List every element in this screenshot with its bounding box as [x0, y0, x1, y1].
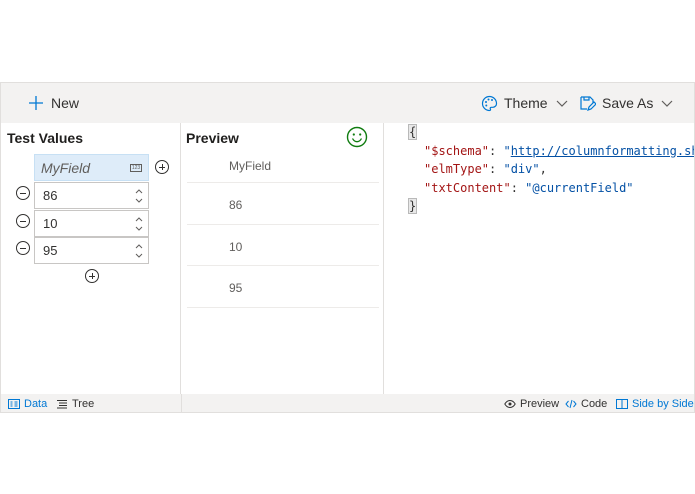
eye-icon [504, 399, 516, 409]
save-as-icon [578, 94, 596, 112]
tree-icon [56, 399, 68, 409]
save-as-button[interactable]: Save As [578, 83, 673, 123]
smiley-icon [346, 126, 368, 148]
chevron-down-icon [556, 97, 568, 109]
toolbar: New Theme Save As [1, 83, 694, 123]
spin-up-icon[interactable] [135, 242, 143, 250]
value-input[interactable]: 10 [34, 210, 149, 237]
close-brace: } [407, 198, 418, 214]
add-row-button[interactable] [85, 269, 99, 283]
tree-tab-label: Tree [72, 397, 95, 410]
spin-down-icon[interactable] [135, 252, 143, 260]
code-editor[interactable]: { "$schema": "http://columnformatting.sh… [384, 123, 694, 394]
spin-up-icon[interactable] [135, 215, 143, 223]
spinner [134, 214, 144, 234]
value-text: 10 [43, 216, 58, 231]
number-type-icon: 123 [130, 163, 142, 172]
code-content: { "$schema": "http://columnformatting.sh… [384, 123, 694, 253]
save-as-button-label: Save As [602, 95, 654, 111]
palette-icon [480, 94, 498, 112]
preview-title: Preview [186, 130, 239, 146]
side-by-side-button[interactable]: Side by Side [616, 394, 694, 412]
value-input[interactable]: 86 [34, 182, 149, 209]
test-values-title: Test Values [7, 130, 84, 146]
preview-view-label: Preview [520, 397, 560, 410]
code-icon [565, 399, 577, 409]
preview-cell: 95 [229, 281, 243, 295]
new-button[interactable]: New [27, 83, 79, 123]
preview-row: 86 [187, 183, 379, 225]
value-text: 95 [43, 243, 58, 258]
data-icon [8, 398, 20, 409]
field-name: MyField [41, 159, 91, 176]
preview-header: MyField [229, 159, 272, 173]
code-view-button[interactable]: Code [565, 394, 608, 412]
spin-down-icon[interactable] [135, 225, 143, 233]
spin-down-icon[interactable] [135, 197, 143, 205]
status-bar: Data Tree Preview Code Side by Side [1, 394, 694, 412]
preview-row: 10 [187, 225, 379, 266]
code-view-label: Code [581, 397, 608, 410]
data-tab-label: Data [24, 397, 48, 410]
code-line-schema: "$schema": "http://columnformatting.shar… [424, 142, 694, 161]
preview-row: 95 [187, 266, 379, 308]
preview-cell: 10 [229, 240, 243, 254]
remove-row-button[interactable] [16, 241, 30, 255]
open-brace: { [407, 124, 418, 140]
remove-row-button[interactable] [16, 214, 30, 228]
preview-cell: 86 [229, 198, 243, 212]
preview-header-row: MyField [187, 151, 379, 183]
spin-up-icon[interactable] [135, 187, 143, 195]
value-text: 86 [43, 188, 58, 203]
test-values-panel: Test Values MyField 123 86 10 95 [1, 123, 181, 394]
chevron-down-icon [661, 97, 673, 109]
add-field-button[interactable] [155, 160, 169, 174]
tree-tab[interactable]: Tree [56, 394, 95, 412]
plus-icon [27, 94, 45, 112]
schema-link[interactable]: http://columnformatting.sharepointpnp.co… [511, 144, 694, 158]
preview-view-button[interactable]: Preview [504, 394, 560, 412]
column-formatter-app: New Theme Save As Test Values MyField 12… [0, 82, 695, 413]
data-tab[interactable]: Data [8, 394, 48, 412]
remove-row-button[interactable] [16, 186, 30, 200]
theme-button-label: Theme [504, 95, 548, 111]
code-line-txtcontent: "txtContent": "@currentField" [424, 180, 634, 195]
spinner [134, 186, 144, 206]
spinner [134, 241, 144, 261]
preview-panel: Preview MyField 86 10 95 [181, 123, 384, 394]
side-by-side-icon [616, 398, 628, 409]
field-header[interactable]: MyField 123 [34, 154, 149, 181]
value-input[interactable]: 95 [34, 237, 149, 264]
theme-button[interactable]: Theme [480, 83, 568, 123]
footer-divider [181, 394, 182, 412]
code-line-elmtype: "elmType": "div", [424, 162, 547, 176]
new-button-label: New [51, 95, 80, 111]
side-by-side-label: Side by Side [632, 397, 694, 410]
